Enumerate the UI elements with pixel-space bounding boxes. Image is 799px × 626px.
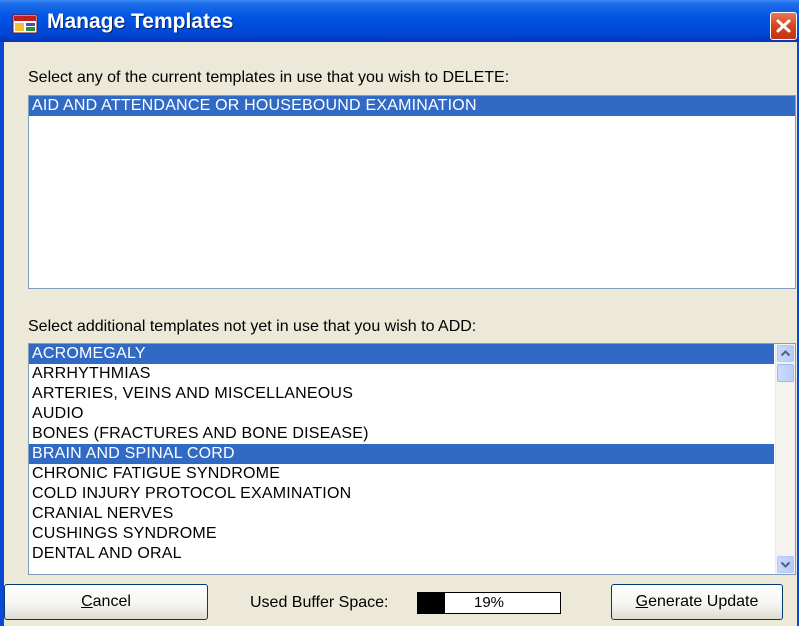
cancel-button-label: Cancel — [81, 593, 131, 610]
close-button[interactable] — [770, 12, 797, 40]
add-list-scrollbar[interactable] — [775, 344, 795, 574]
buffer-space-percent: 19% — [473, 594, 505, 611]
chevron-up-icon — [780, 350, 791, 357]
add-list-item[interactable]: CRANIAL NERVES — [29, 504, 774, 524]
add-list-item[interactable]: CHRONIC FATIGUE SYNDROME — [29, 464, 774, 484]
add-list-item[interactable]: ACROMEGALY — [29, 344, 774, 364]
add-list-item[interactable]: COLD INJURY PROTOCOL EXAMINATION — [29, 484, 774, 504]
buffer-space-progress: 19% — [417, 592, 561, 614]
add-list-items: ACROMEGALY ARRHYTHMIAS ARTERIES, VEINS AND… — [29, 344, 774, 564]
delete-list-item[interactable]: AID AND ATTENDANCE OR HOUSEBOUND EXAMINA… — [29, 96, 795, 116]
add-section-label: Select additional templates not yet in u… — [28, 318, 477, 335]
generate-update-label: Generate Update — [635, 593, 759, 610]
generate-update-button[interactable]: Generate Update — [611, 584, 783, 620]
add-list-item[interactable]: DENTAL AND ORAL — [29, 544, 774, 564]
add-list-item[interactable]: AUDIO — [29, 404, 774, 424]
add-list-item[interactable]: BRAIN AND SPINAL CORD — [29, 444, 774, 464]
close-icon — [776, 19, 791, 33]
delete-section-label: Select any of the current templates in u… — [28, 69, 510, 86]
add-list-item[interactable]: CUSHINGS SYNDROME — [29, 524, 774, 544]
scroll-thumb[interactable] — [777, 364, 794, 382]
add-list-item[interactable]: ARRHYTHMIAS — [29, 364, 774, 384]
add-templates-listbox[interactable]: ACROMEGALY ARRHYTHMIAS ARTERIES, VEINS AND… — [28, 343, 796, 575]
title-bar[interactable]: Manage Templates — [0, 0, 799, 42]
manage-templates-dialog: Manage Templates Select any of the curre… — [0, 0, 799, 626]
chevron-down-icon — [780, 561, 791, 568]
delete-list-items: AID AND ATTENDANCE OR HOUSEBOUND EXAMINA… — [29, 96, 795, 116]
app-icon — [12, 14, 38, 34]
add-list-item[interactable]: ARTERIES, VEINS AND MISCELLANEOUS — [29, 384, 774, 404]
cancel-button[interactable]: Cancel — [4, 584, 208, 620]
scroll-up-button[interactable] — [777, 345, 794, 362]
buffer-space-label: Used Buffer Space: — [250, 594, 389, 611]
add-list-item[interactable]: BONES (FRACTURES AND BONE DISEASE) — [29, 424, 774, 444]
window-title: Manage Templates — [47, 10, 234, 33]
scroll-down-button[interactable] — [777, 556, 794, 573]
delete-templates-listbox[interactable]: AID AND ATTENDANCE OR HOUSEBOUND EXAMINA… — [28, 95, 796, 289]
